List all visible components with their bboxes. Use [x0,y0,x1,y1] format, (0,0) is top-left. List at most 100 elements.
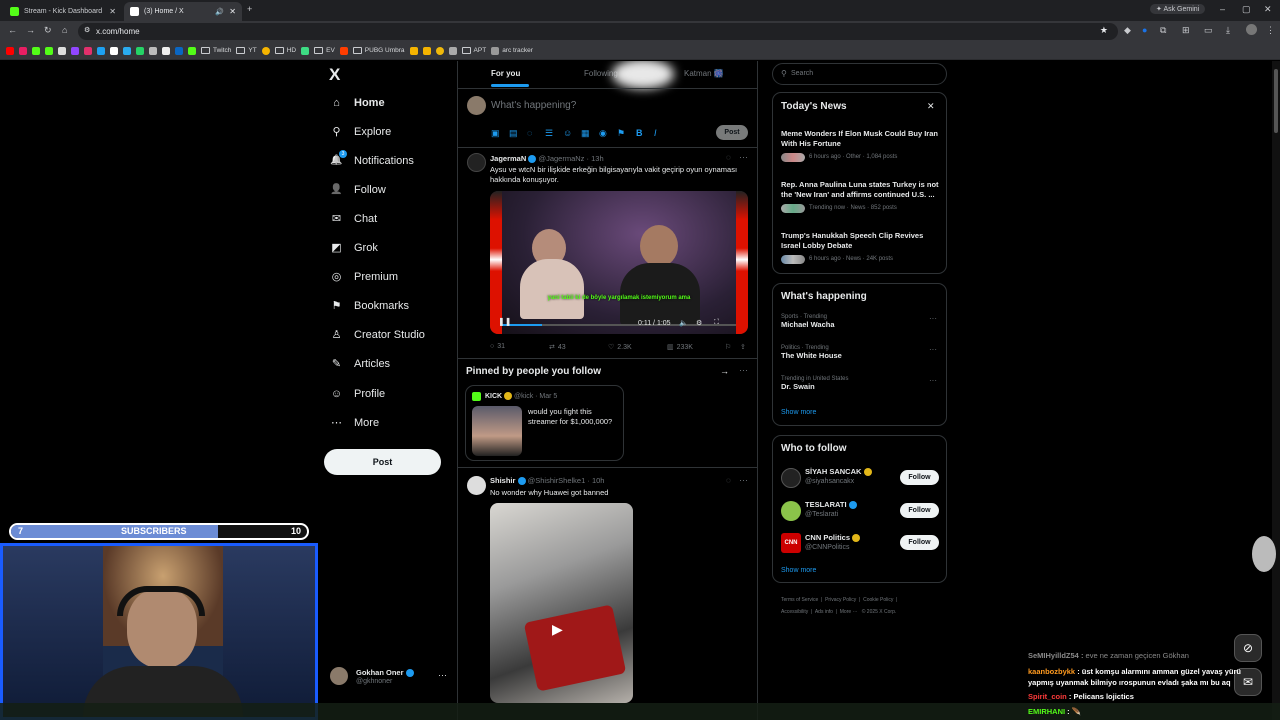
url-input[interactable]: ⚙ x.com/home ★ [78,23,1118,40]
browser-tab-kick[interactable]: Stream - Kick Dashboard ✕ [4,2,122,21]
views-button[interactable]: ▥ 233K [667,343,693,352]
follow-button[interactable]: Follow [900,470,939,485]
bookmark-icon[interactable] [339,46,348,55]
bookmark-icon[interactable] [136,46,144,55]
tweet-more-icon[interactable]: ··· [739,475,748,485]
bookmark-star-icon[interactable]: ★ [1100,25,1108,36]
footer-link[interactable]: Accessibility [781,609,808,615]
bookmark-icon[interactable] [435,46,444,55]
show-more-link[interactable]: Show more [781,409,816,416]
bookmark-folder-pubg[interactable]: PUBG Umbra [352,47,405,54]
close-tab-icon[interactable]: ✕ [109,7,116,16]
download-icon[interactable]: ⤓ [1226,25,1230,36]
bookmark-icon[interactable] [97,46,105,55]
bookmark-icon[interactable] [422,46,431,55]
bookmark-icon[interactable] [261,46,270,55]
gif-icon[interactable]: ▤ [509,128,518,139]
tweet-author-handle[interactable]: @JagermaNz [538,154,584,163]
italic-icon[interactable]: I [654,128,657,138]
grok-float-icon[interactable]: ⊘ [1234,634,1262,662]
scrollbar-thumb[interactable] [1274,69,1278,133]
grok-explain-icon[interactable]: ◌ [726,153,731,162]
trend-more-icon[interactable]: ··· [929,345,937,354]
x-logo[interactable]: X [329,65,340,85]
trend-item[interactable]: Sports · Trending Michael Wacha ··· [781,314,941,329]
trend-item[interactable]: Trending in United States Dr. Swain ··· [781,376,941,391]
sidebar-item-more[interactable]: ⋯ More [330,416,379,430]
new-tab-icon[interactable]: + [247,4,252,14]
fullscreen-icon[interactable]: ⛶ [714,319,719,327]
bookmark-icon[interactable] [110,46,118,55]
arrow-right-icon[interactable]: → [720,366,729,376]
bookmark-icon[interactable] [162,46,170,55]
bookmark-folder-apt[interactable]: APT [461,47,486,54]
sidebar-item-grok[interactable]: ◩ Grok [330,241,378,255]
grok-tool-icon[interactable]: ◌ [527,128,532,138]
volume-icon[interactable]: 🔈 [679,319,688,327]
tweet-time[interactable]: · 13h [587,154,604,163]
sidebar-item-bookmarks[interactable]: ⚑ Bookmarks [330,299,409,313]
schedule-icon[interactable]: ▦ [581,128,590,139]
sidebar-item-articles[interactable]: ✎ Articles [330,357,390,371]
settings-icon[interactable]: ⚙ [696,319,702,327]
sidebar-item-premium[interactable]: ◎ Premium [330,270,398,284]
tweet-author-handle[interactable]: @ShishirShelke1 [528,476,586,485]
grok-explain-icon[interactable]: ◌ [726,476,731,485]
extension-icon[interactable]: ◆ [1124,25,1131,36]
bookmark-icon[interactable] [448,46,457,55]
sidebar-item-profile[interactable]: ☺ Profile [330,387,385,400]
bookmark-icon[interactable] [188,46,196,55]
close-window-icon[interactable]: ✕ [1264,4,1272,15]
sidebar-item-follow[interactable]: 👤 Follow [330,183,386,196]
search-input[interactable]: ⚲ Search [772,63,947,85]
bookmark-icon[interactable] [301,46,310,55]
share-icon[interactable]: ⇪ [740,343,746,351]
bookmark-icon[interactable] [71,46,79,55]
footer-link[interactable]: Ads info [815,609,833,615]
follow-name[interactable]: TESLARATI [805,500,847,509]
follow-button[interactable]: Follow [900,503,939,518]
footer-link[interactable]: Terms of Service [781,597,818,603]
extension-blue-icon[interactable]: ● [1142,25,1147,35]
reload-icon[interactable]: ↻ [44,25,52,36]
extensions-menu-icon[interactable]: ⊞ [1182,25,1190,36]
sidebar-item-notifications[interactable]: 🔔 3 Notifications [330,150,414,167]
site-info-icon[interactable]: ⚙ [84,26,90,34]
news-item[interactable]: Meme Wonders If Elon Musk Could Buy Iran… [781,129,941,162]
tab-for-you[interactable]: For you [491,69,520,78]
sidebar-item-creator-studio[interactable]: ♙ Creator Studio [330,328,425,342]
play-icon[interactable]: ▶ [552,621,563,638]
like-button[interactable]: ♡ 2.3K [608,343,632,352]
repost-button[interactable]: ⇄ 43 [549,343,566,352]
sidebar-item-explore[interactable]: ⚲ Explore [330,125,391,139]
pinned-card[interactable]: KICK @kick · Mar 5 would you fight this … [465,385,624,461]
trend-more-icon[interactable]: ··· [929,314,937,323]
extension-puzzle-icon[interactable]: ⧉ [1160,25,1166,36]
tweet-more-icon[interactable]: ··· [739,152,748,162]
browser-tab-x[interactable]: (3) Home / X 🔊 ✕ [124,2,242,21]
follow-name[interactable]: SİYAH SANCAK [805,467,861,476]
news-item[interactable]: Trump's Hanukkah Speech Clip Revives Isr… [781,231,941,264]
bookmark-folder-yt[interactable]: YT [236,47,257,54]
bookmark-icon[interactable] [58,46,66,55]
back-icon[interactable]: ← [8,25,17,35]
bookmark-icon[interactable] [123,46,131,55]
speaker-icon[interactable]: 🔊 [215,8,224,16]
reply-button[interactable]: ○ 31 [490,343,505,350]
bold-icon[interactable]: B [636,128,643,138]
bookmark-icon[interactable] [409,46,418,55]
location-icon[interactable]: ◉ [599,128,607,139]
bookmark-folder-twitch[interactable]: Twitch [201,47,231,54]
scrollbar[interactable] [1272,61,1280,720]
sidebar-toggle-icon[interactable]: ▭ [1204,25,1213,36]
forward-icon[interactable]: → [26,25,35,35]
tweet-video[interactable]: ▶ [490,503,633,703]
sidebar-item-home[interactable]: ⌂ Home [330,96,384,109]
pause-icon[interactable]: ❚❚ [498,317,511,326]
footer-link[interactable]: More ··· [840,609,858,615]
ask-gemini-button[interactable]: ✦ Ask Gemini [1150,4,1206,14]
profile-avatar-icon[interactable] [1246,24,1257,35]
follow-name[interactable]: CNN Politics [805,533,850,542]
bookmark-icon[interactable] [175,46,183,55]
footer-link[interactable]: Cookie Policy [863,597,893,603]
